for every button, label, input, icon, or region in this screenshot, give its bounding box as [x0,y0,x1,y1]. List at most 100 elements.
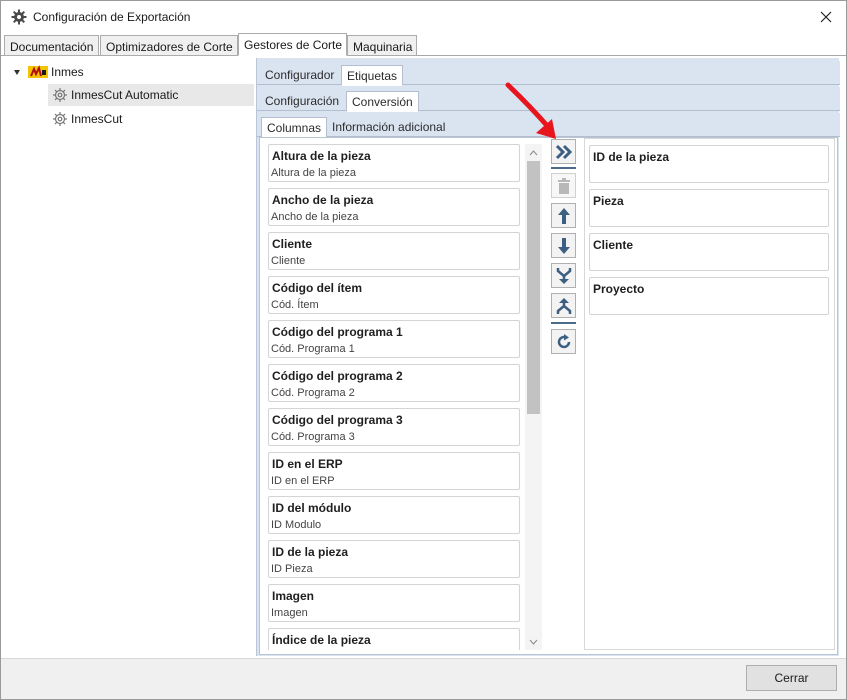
list-item[interactable]: ID en el ERP ID en el ERP [268,452,520,490]
delete-column-button[interactable] [551,173,576,198]
column-name: ID de la pieza [272,545,349,559]
tab-label: Documentación [10,40,94,54]
tab-optimizadores-de-corte[interactable]: Optimizadores de Corte [100,35,238,56]
tab-documentacion[interactable]: Documentación [4,35,99,56]
column-name: Código del programa 2 [272,369,403,383]
cut-manager-tree: Inmes InmesCut Automatic InmesCut [4,57,256,655]
column-alias: Cód. Programa 3 [271,431,355,443]
list-item[interactable]: Pieza [589,189,829,227]
tab-label: Conversión [352,95,413,109]
column-alias: Cód. Programa 1 [271,343,355,355]
tab-label: Configurador [265,68,335,82]
tab-label: Configuración [265,94,340,108]
tab-label: Maquinaria [353,40,413,54]
tab-columnas[interactable]: Columnas [261,117,328,138]
tree-label: InmesCut [71,112,123,126]
merge-button[interactable] [551,263,576,288]
column-name: Código del ítem [272,281,362,295]
split-up-icon [556,297,571,314]
tree-item-inmescut[interactable]: InmesCut [48,108,254,130]
column-name: Pieza [593,194,624,208]
list-item[interactable]: Ancho de la pieza Ancho de la pieza [268,188,520,226]
merge-down-icon [556,267,571,284]
list-item[interactable]: ID de la pieza ID Pieza [268,540,520,578]
tab-configuracion[interactable]: Configuración [260,91,344,111]
toolbar-divider [551,167,576,169]
list-item[interactable]: ID de la pieza [589,145,829,183]
column-name: Código del programa 1 [272,325,403,339]
close-button[interactable]: Cerrar [746,665,837,691]
tab-label: Etiquetas [347,69,398,83]
tab-configurador[interactable]: Configurador [260,65,339,85]
scroll-down-button[interactable] [525,633,542,650]
list-item[interactable]: Altura de la pieza Altura de la pieza [268,144,520,182]
export-config-window: Configuración de Exportación Documentaci… [0,0,847,700]
tab-maquinaria[interactable]: Maquinaria [347,35,417,56]
list-item[interactable]: Código del programa 3 Cód. Programa 3 [268,408,520,446]
column-name: ID de la pieza [593,150,670,164]
column-name: ID del módulo [272,501,352,515]
tree-item-inmescut-automatic[interactable]: InmesCut Automatic [48,84,254,106]
available-columns-list: Altura de la pieza Altura de la pieza An… [268,144,523,650]
column-name: Código del programa 3 [272,413,403,427]
column-alias: Cliente [271,255,306,267]
gear-icon [53,88,67,102]
tab-conversion[interactable]: Conversión [346,91,419,112]
chevron-down-icon [529,639,538,645]
column-alias: Cód. Programa 2 [271,387,355,399]
column-alias: Imagen [271,607,308,619]
selected-columns-list: ID de la pieza Pieza Cliente Proyecto [584,138,835,650]
list-item[interactable]: Cliente [589,233,829,271]
column-alias: Ancho de la pieza [271,211,359,223]
tab-label: Columnas [267,121,322,135]
trash-icon [557,177,570,194]
column-name: Cliente [272,237,313,251]
list-item[interactable]: Índice de la pieza [268,628,520,650]
inmes-logo-icon [28,65,48,78]
column-alias: Altura de la pieza [271,167,356,179]
column-name: Cliente [593,238,634,252]
tab-label: Optimizadores de Corte [106,40,233,54]
tree-label: InmesCut Automatic [71,88,179,102]
list-item[interactable]: ID del módulo ID Modulo [268,496,520,534]
gear-icon [11,9,27,25]
refresh-button[interactable] [551,329,576,354]
dialog-footer: Cerrar [1,658,846,699]
move-up-button[interactable] [551,203,576,228]
list-item[interactable]: Código del ítem Cód. Ítem [268,276,520,314]
tab-etiquetas[interactable]: Etiquetas [341,65,404,86]
toolbar-divider [551,322,576,324]
scroll-thumb[interactable] [527,161,540,414]
window-title: Configuración de Exportación [33,10,191,24]
conversion-tabs: Columnas Información adicional [257,113,840,138]
tree-item-inmes[interactable]: Inmes [12,61,252,83]
chevron-up-icon [529,149,538,155]
list-item[interactable]: Proyecto [589,277,829,315]
caret-down-icon[interactable] [12,67,22,77]
add-column-button[interactable] [551,139,576,164]
list-item[interactable]: Código del programa 1 Cód. Programa 1 [268,320,520,358]
arrow-down-icon [557,237,570,254]
scroll-up-button[interactable] [525,144,542,161]
column-alias: ID Modulo [271,519,322,531]
title-bar: Configuración de Exportación [1,1,846,33]
list-item[interactable]: Cliente Cliente [268,232,520,270]
double-chevron-right-icon [555,144,572,159]
column-actions-toolbar [550,138,578,358]
available-columns-scrollbar[interactable] [525,144,542,650]
window-close-button[interactable] [813,6,839,28]
arrow-up-icon [557,207,570,224]
refresh-icon [557,333,570,348]
move-down-button[interactable] [551,233,576,258]
list-item[interactable]: Imagen Imagen [268,584,520,622]
column-alias: ID en el ERP [271,475,335,487]
column-name: ID en el ERP [272,457,343,471]
gear-icon [53,112,67,126]
tab-informacion-adicional[interactable]: Información adicional [327,117,450,137]
label-config-tabs: Configurador Etiquetas [257,61,840,86]
settings-panel: Configurador Etiquetas Configuración Con… [256,58,840,656]
list-item[interactable]: Código del programa 2 Cód. Programa 2 [268,364,520,402]
columns-editor: Altura de la pieza Altura de la pieza An… [259,137,838,655]
tab-gestores-de-corte[interactable]: Gestores de Corte [238,33,347,56]
split-button[interactable] [551,293,576,318]
